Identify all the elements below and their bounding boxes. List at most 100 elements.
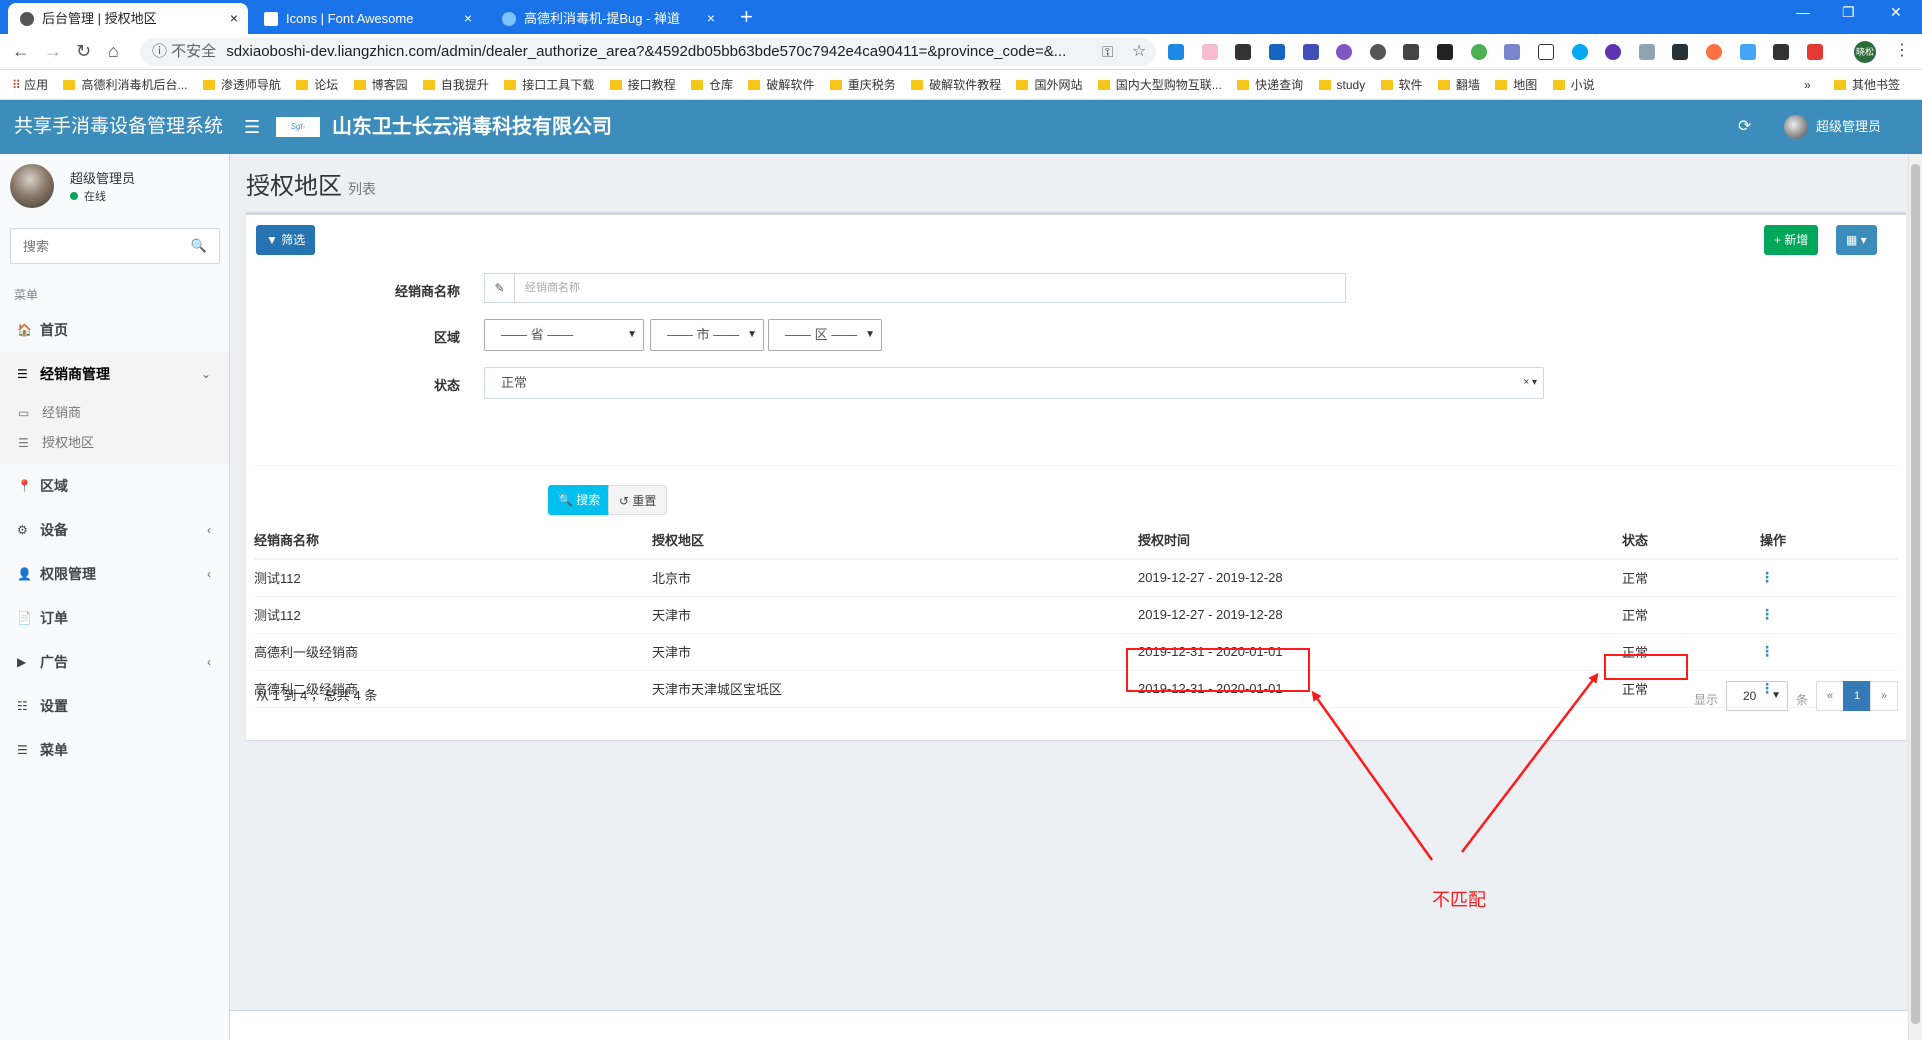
bookmark-folder[interactable]: 重庆税务 <box>829 70 896 99</box>
prev-page-button[interactable]: « <box>1816 681 1844 711</box>
bookmark-folder[interactable]: 软件 <box>1380 70 1423 99</box>
province-select[interactable]: —— 省 —— ▼ <box>484 319 644 351</box>
status-select[interactable]: 正常 × ▾ <box>484 367 1544 399</box>
insecure-indicator[interactable]: ⓘ 不安全 <box>152 43 216 60</box>
bookmark-folder[interactable]: 翻墙 <box>1437 70 1480 99</box>
close-window-icon[interactable]: ✕ <box>1890 4 1902 21</box>
reset-button[interactable]: ↺ 重置 <box>608 485 668 515</box>
restore-icon[interactable]: ❐ <box>1842 4 1855 21</box>
column-header[interactable]: 经销商名称 <box>254 521 652 560</box>
sidebar-item-permissions[interactable]: 👤 权限管理 ‹ <box>0 552 229 596</box>
column-header[interactable]: 授权地区 <box>652 521 1138 560</box>
profile-avatar[interactable]: 晓松 <box>1854 41 1876 63</box>
bookmark-folder[interactable]: 破解软件 <box>748 70 814 99</box>
bookmark-folder[interactable]: 高德利消毒机后台... <box>63 70 188 99</box>
extension-icon[interactable] <box>1806 43 1823 60</box>
bookmark-folder[interactable]: 快递查询 <box>1237 70 1303 99</box>
column-header[interactable]: 状态 <box>1622 521 1760 560</box>
app-name[interactable]: 共享手消毒设备管理系统 <box>14 100 223 154</box>
add-button[interactable]: + 新增 <box>1764 225 1819 255</box>
browser-tab-active[interactable]: 后台管理 | 授权地区 × <box>8 3 248 34</box>
next-page-button[interactable]: » <box>1870 681 1898 711</box>
bookmarks-overflow-button[interactable]: » <box>1804 70 1811 99</box>
extension-icon[interactable] <box>1268 43 1285 60</box>
forward-icon[interactable]: → <box>44 41 62 61</box>
github-icon[interactable] <box>1369 43 1386 60</box>
sidebar-item-dealer-management[interactable]: ☰ 经销商管理 ⌄ <box>0 352 229 396</box>
key-icon[interactable]: ⚿ <box>1102 43 1113 63</box>
header-avatar[interactable] <box>1784 115 1808 139</box>
pin-icon[interactable] <box>1403 43 1420 60</box>
scissors-icon[interactable] <box>1437 43 1453 60</box>
row-actions-icon[interactable]: ⋮ <box>1760 559 1898 597</box>
page-scrollbar[interactable] <box>1908 154 1922 1040</box>
bookmark-folder[interactable]: study <box>1318 70 1365 99</box>
extension-icon[interactable] <box>1470 43 1487 60</box>
bookmark-folder[interactable]: 自我提升 <box>422 70 489 99</box>
bookmark-folder[interactable]: 国内大型购物互联... <box>1097 70 1222 99</box>
row-actions-icon[interactable]: ⋮ <box>1760 596 1898 634</box>
sidebar-item-menu[interactable]: ☰ 菜单 <box>0 728 229 772</box>
reload-icon[interactable]: ↻ <box>76 41 91 61</box>
city-select[interactable]: —— 市 —— ▼ <box>650 319 764 351</box>
bookmark-folder[interactable]: 接口教程 <box>609 70 676 99</box>
sidebar-item-authorized-area[interactable]: ☰ 授权地区 <box>0 428 229 458</box>
page-button-current[interactable]: 1 <box>1843 681 1871 711</box>
sidebar-item-device[interactable]: ⚙ 设备 ‹ <box>0 508 229 552</box>
extension-icon[interactable] <box>1201 43 1218 60</box>
extension-icon[interactable] <box>1504 43 1521 60</box>
extension-icon[interactable] <box>1168 43 1184 60</box>
browser-menu-icon[interactable]: ⋮ <box>1894 41 1910 61</box>
bookmark-folder[interactable]: 地图 <box>1495 70 1537 99</box>
bookmark-apps[interactable]: ⠿ 应用 <box>12 70 48 99</box>
other-bookmarks[interactable]: 其他书签 <box>1834 70 1900 99</box>
clear-icon[interactable]: × ▾ <box>1523 368 1537 398</box>
sidebar-item-home[interactable]: 🏠 首页 <box>0 308 229 352</box>
district-select[interactable]: —— 区 —— ▼ <box>768 319 882 351</box>
row-actions-icon[interactable]: ⋮ <box>1760 633 1898 671</box>
filter-button[interactable]: ▼ 筛选 <box>256 225 316 255</box>
url-input[interactable]: ⓘ 不安全 sdxiaoboshi-dev.liangzhicn.com/admi… <box>140 38 1156 66</box>
search-button[interactable]: 🔍 搜索 <box>548 485 611 515</box>
browser-tab[interactable]: Icons | Font Awesome × <box>252 3 482 34</box>
tab-close-icon[interactable]: × <box>230 3 238 34</box>
extension-icon[interactable] <box>1571 43 1588 60</box>
back-icon[interactable]: ← <box>12 41 30 61</box>
columns-toggle-button[interactable]: ▦ ▾ <box>1836 225 1877 255</box>
qr-code-icon[interactable] <box>1235 43 1252 60</box>
sidebar-item-orders[interactable]: 📄 订单 <box>0 596 229 640</box>
page-size-select[interactable]: 20 ▼ <box>1726 681 1788 711</box>
bookmark-star-icon[interactable]: ☆ <box>1132 42 1146 62</box>
extension-icon[interactable] <box>1605 43 1622 60</box>
bookmark-folder[interactable]: 小说 <box>1552 70 1595 99</box>
column-header[interactable]: 授权时间 <box>1138 521 1622 560</box>
extension-icon[interactable] <box>1638 43 1655 60</box>
tab-close-icon[interactable]: × <box>707 3 715 34</box>
browser-tab[interactable]: 高德利消毒机-提Bug - 禅道 × <box>490 3 725 34</box>
sidebar-toggle-icon[interactable]: ☰ <box>244 117 260 137</box>
sidebar-search-input[interactable] <box>11 229 181 263</box>
search-icon[interactable]: 🔍 <box>191 238 207 254</box>
bookmark-folder[interactable]: 国外网站 <box>1016 70 1082 99</box>
clock-icon[interactable] <box>1336 43 1353 60</box>
home-icon[interactable]: ⌂ <box>108 41 119 61</box>
extension-icon[interactable] <box>1706 43 1722 60</box>
bookmark-folder[interactable]: 渗透师导航 <box>202 70 281 99</box>
tab-close-icon[interactable]: × <box>464 3 472 34</box>
dealer-name-input[interactable]: ✎ 经销商名称 <box>484 273 1346 303</box>
scrollbar-thumb[interactable] <box>1911 164 1920 1024</box>
sidebar-item-dealer[interactable]: ▭ 经销商 <box>0 398 229 428</box>
bookmark-folder[interactable]: 接口工具下载 <box>504 70 594 99</box>
extension-icon[interactable] <box>1302 43 1319 60</box>
sidebar-item-ads[interactable]: ▶ 广告 ‹ <box>0 640 229 684</box>
bookmark-folder[interactable]: 论坛 <box>296 70 338 99</box>
new-tab-button[interactable]: + <box>740 5 753 29</box>
pen-icon[interactable] <box>1773 43 1790 60</box>
translate-icon[interactable] <box>1739 43 1756 60</box>
bookmark-folder[interactable]: 仓库 <box>691 70 733 99</box>
minimize-icon[interactable]: — <box>1796 4 1810 20</box>
bookmark-folder[interactable]: 博客园 <box>353 70 408 99</box>
header-user-name[interactable]: 超级管理员 <box>1816 100 1881 154</box>
sidebar-item-settings[interactable]: ☷ 设置 <box>0 684 229 728</box>
json-icon[interactable] <box>1537 43 1554 60</box>
